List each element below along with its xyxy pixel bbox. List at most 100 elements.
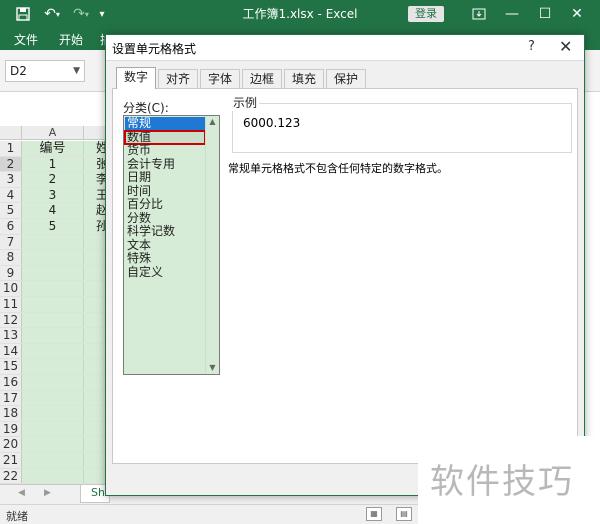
cell-a[interactable]: 1: [22, 156, 84, 172]
tab-protection[interactable]: 保护: [326, 69, 366, 89]
dialog-close-icon[interactable]: ✕: [559, 37, 572, 56]
cell-a[interactable]: [22, 437, 84, 452]
table-row[interactable]: 9: [0, 265, 110, 282]
cell-a[interactable]: 4: [22, 203, 84, 218]
ribbon-tab-file[interactable]: 文件: [14, 31, 38, 48]
cell-a[interactable]: [22, 250, 84, 265]
tab-alignment[interactable]: 对齐: [158, 69, 198, 89]
row-number[interactable]: 5: [0, 203, 22, 218]
cell-a[interactable]: 编号: [22, 141, 84, 156]
category-item[interactable]: 常规: [125, 117, 205, 131]
minimize-icon[interactable]: —: [503, 5, 521, 23]
cell-a[interactable]: [22, 265, 84, 281]
category-item[interactable]: 文本: [125, 238, 205, 253]
page-layout-view-icon[interactable]: ▤: [396, 507, 412, 521]
table-row[interactable]: 21张: [0, 156, 110, 173]
category-item[interactable]: 分数: [125, 211, 205, 226]
cell-a[interactable]: 2: [22, 172, 84, 187]
scroll-down-icon[interactable]: ▼: [206, 362, 219, 374]
maximize-icon[interactable]: ☐: [536, 5, 554, 23]
table-row[interactable]: 13: [0, 328, 110, 344]
table-row[interactable]: 20: [0, 437, 110, 453]
help-icon[interactable]: ?: [528, 39, 535, 54]
table-row[interactable]: 18: [0, 406, 110, 422]
table-row[interactable]: 21: [0, 453, 110, 469]
category-item[interactable]: 科学记数: [125, 225, 205, 239]
dialog-title-bar[interactable]: 设置单元格格式 ? ✕: [106, 35, 584, 61]
cell-a[interactable]: [22, 453, 84, 468]
row-number[interactable]: 19: [0, 421, 22, 437]
table-row[interactable]: 14: [0, 343, 110, 360]
column-header-a[interactable]: A: [22, 126, 84, 140]
row-number[interactable]: 12: [0, 312, 22, 328]
cell-a[interactable]: [22, 281, 84, 296]
row-number[interactable]: 14: [0, 343, 22, 359]
category-scrollbar[interactable]: ▲ ▼: [205, 116, 219, 374]
category-item[interactable]: 百分比: [125, 198, 205, 212]
row-number[interactable]: 2: [0, 156, 22, 172]
ribbon-display-options-icon[interactable]: [470, 5, 488, 23]
cell-a[interactable]: 5: [22, 219, 84, 234]
row-number[interactable]: 10: [0, 281, 22, 296]
cell-a[interactable]: [22, 234, 84, 250]
row-number[interactable]: 22: [0, 468, 22, 484]
row-number[interactable]: 21: [0, 453, 22, 468]
chevron-down-icon[interactable]: ▼: [73, 61, 80, 81]
cell-a[interactable]: [22, 406, 84, 421]
table-row[interactable]: 22: [0, 468, 110, 485]
row-number[interactable]: 1: [0, 141, 22, 156]
prev-sheet-icon[interactable]: ◀: [18, 488, 25, 498]
tab-number[interactable]: 数字: [116, 67, 156, 89]
ribbon-tab-home[interactable]: 开始: [59, 31, 83, 48]
category-list[interactable]: 常规 数值 货币 会计专用 日期 时间 百分比 分数 科学记数 文本 特殊 自定义 ▲ ▼: [123, 115, 220, 375]
scroll-up-icon[interactable]: ▲: [206, 116, 219, 128]
category-item[interactable]: 货币: [125, 144, 205, 158]
tab-fill[interactable]: 填充: [284, 69, 324, 89]
cell-a[interactable]: [22, 328, 84, 343]
table-row[interactable]: 16: [0, 375, 110, 391]
table-row[interactable]: 1 编号姓: [0, 141, 110, 157]
cell-a[interactable]: [22, 375, 84, 390]
next-sheet-icon[interactable]: ▶: [44, 488, 51, 498]
category-item[interactable]: 日期: [125, 171, 205, 185]
login-button[interactable]: 登录: [408, 6, 444, 22]
category-item[interactable]: 数值: [124, 129, 206, 145]
cell-a[interactable]: [22, 390, 84, 406]
table-row[interactable]: 54赵: [0, 203, 110, 219]
row-number[interactable]: 15: [0, 359, 22, 374]
category-item[interactable]: 特殊: [125, 252, 205, 266]
name-box[interactable]: D2 ▼: [5, 60, 85, 82]
cell-a[interactable]: 3: [22, 187, 84, 203]
cell-a[interactable]: [22, 343, 84, 359]
cell-a[interactable]: [22, 359, 84, 374]
table-row[interactable]: 15: [0, 359, 110, 375]
row-number[interactable]: 11: [0, 297, 22, 312]
table-row[interactable]: 8: [0, 250, 110, 266]
row-number[interactable]: 7: [0, 234, 22, 250]
table-row[interactable]: 7: [0, 234, 110, 251]
window-close-icon[interactable]: ✕: [568, 5, 586, 23]
row-number[interactable]: 3: [0, 172, 22, 187]
category-item[interactable]: 会计专用: [125, 157, 205, 172]
cell-a[interactable]: [22, 468, 84, 484]
table-row[interactable]: 12: [0, 312, 110, 329]
row-number[interactable]: 4: [0, 187, 22, 203]
table-row[interactable]: 17: [0, 390, 110, 407]
category-item[interactable]: 自定义: [125, 265, 205, 280]
cell-a[interactable]: [22, 312, 84, 328]
row-number[interactable]: 8: [0, 250, 22, 265]
row-number[interactable]: 20: [0, 437, 22, 452]
tab-border[interactable]: 边框: [242, 69, 282, 89]
row-number[interactable]: 16: [0, 375, 22, 390]
table-row[interactable]: 11: [0, 297, 110, 313]
row-number[interactable]: 13: [0, 328, 22, 343]
table-row[interactable]: 10: [0, 281, 110, 297]
select-all-corner[interactable]: [0, 126, 22, 140]
table-row[interactable]: 19: [0, 421, 110, 438]
row-number[interactable]: 6: [0, 219, 22, 234]
cell-a[interactable]: [22, 297, 84, 312]
table-row[interactable]: 32李: [0, 172, 110, 188]
row-number[interactable]: 17: [0, 390, 22, 406]
tab-font[interactable]: 字体: [200, 69, 240, 89]
row-number[interactable]: 18: [0, 406, 22, 421]
